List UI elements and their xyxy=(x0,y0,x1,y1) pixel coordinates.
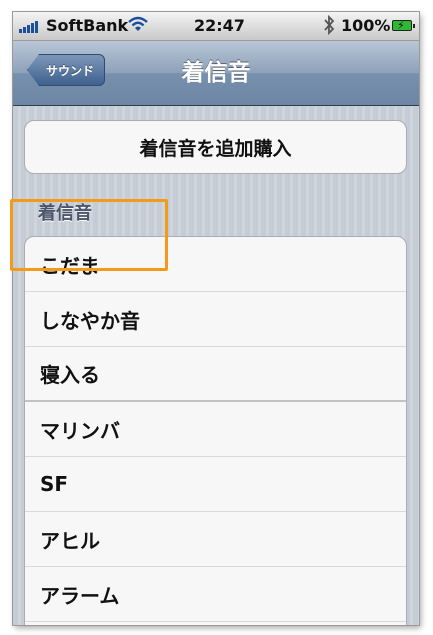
page-title: 着信音 xyxy=(181,60,251,86)
navigation-bar: サウンド 着信音 xyxy=(13,41,419,106)
carrier-label: SoftBank xyxy=(46,16,129,35)
status-bar: SoftBank 22:47 100% ⚡ xyxy=(13,12,419,41)
settings-content[interactable]: 着信音を追加購入 着信音 こだま しなやか音 寝入る マリンバ SF アヒル ア… xyxy=(13,106,419,625)
signal-icon xyxy=(19,21,43,33)
battery-icon: ⚡ xyxy=(392,19,415,32)
ringtone-item[interactable]: SF xyxy=(25,457,406,512)
bluetooth-icon xyxy=(323,14,335,39)
ringtone-item[interactable]: 寝入る xyxy=(25,347,406,402)
buy-more-ringtones-button[interactable]: 着信音を追加購入 xyxy=(24,120,407,174)
ringtone-item[interactable]: アヒル xyxy=(25,512,406,567)
battery-percent: 100% xyxy=(341,16,391,35)
wifi-icon xyxy=(128,15,148,37)
ringtone-item[interactable]: しなやか音 xyxy=(25,292,406,347)
ringtone-item[interactable]: アラーム xyxy=(25,567,406,622)
section-header: 着信音 xyxy=(38,203,92,224)
clock-label: 22:47 xyxy=(194,16,245,35)
ringtone-item[interactable]: マリンバ xyxy=(25,402,406,457)
ringtone-item[interactable]: こだま xyxy=(25,237,406,292)
iphone-screen: SoftBank 22:47 100% ⚡ サウンド 着信音 着信音を追加購入 … xyxy=(13,12,419,625)
ringtone-list: こだま しなやか音 寝入る マリンバ SF アヒル アラーム xyxy=(24,236,407,625)
